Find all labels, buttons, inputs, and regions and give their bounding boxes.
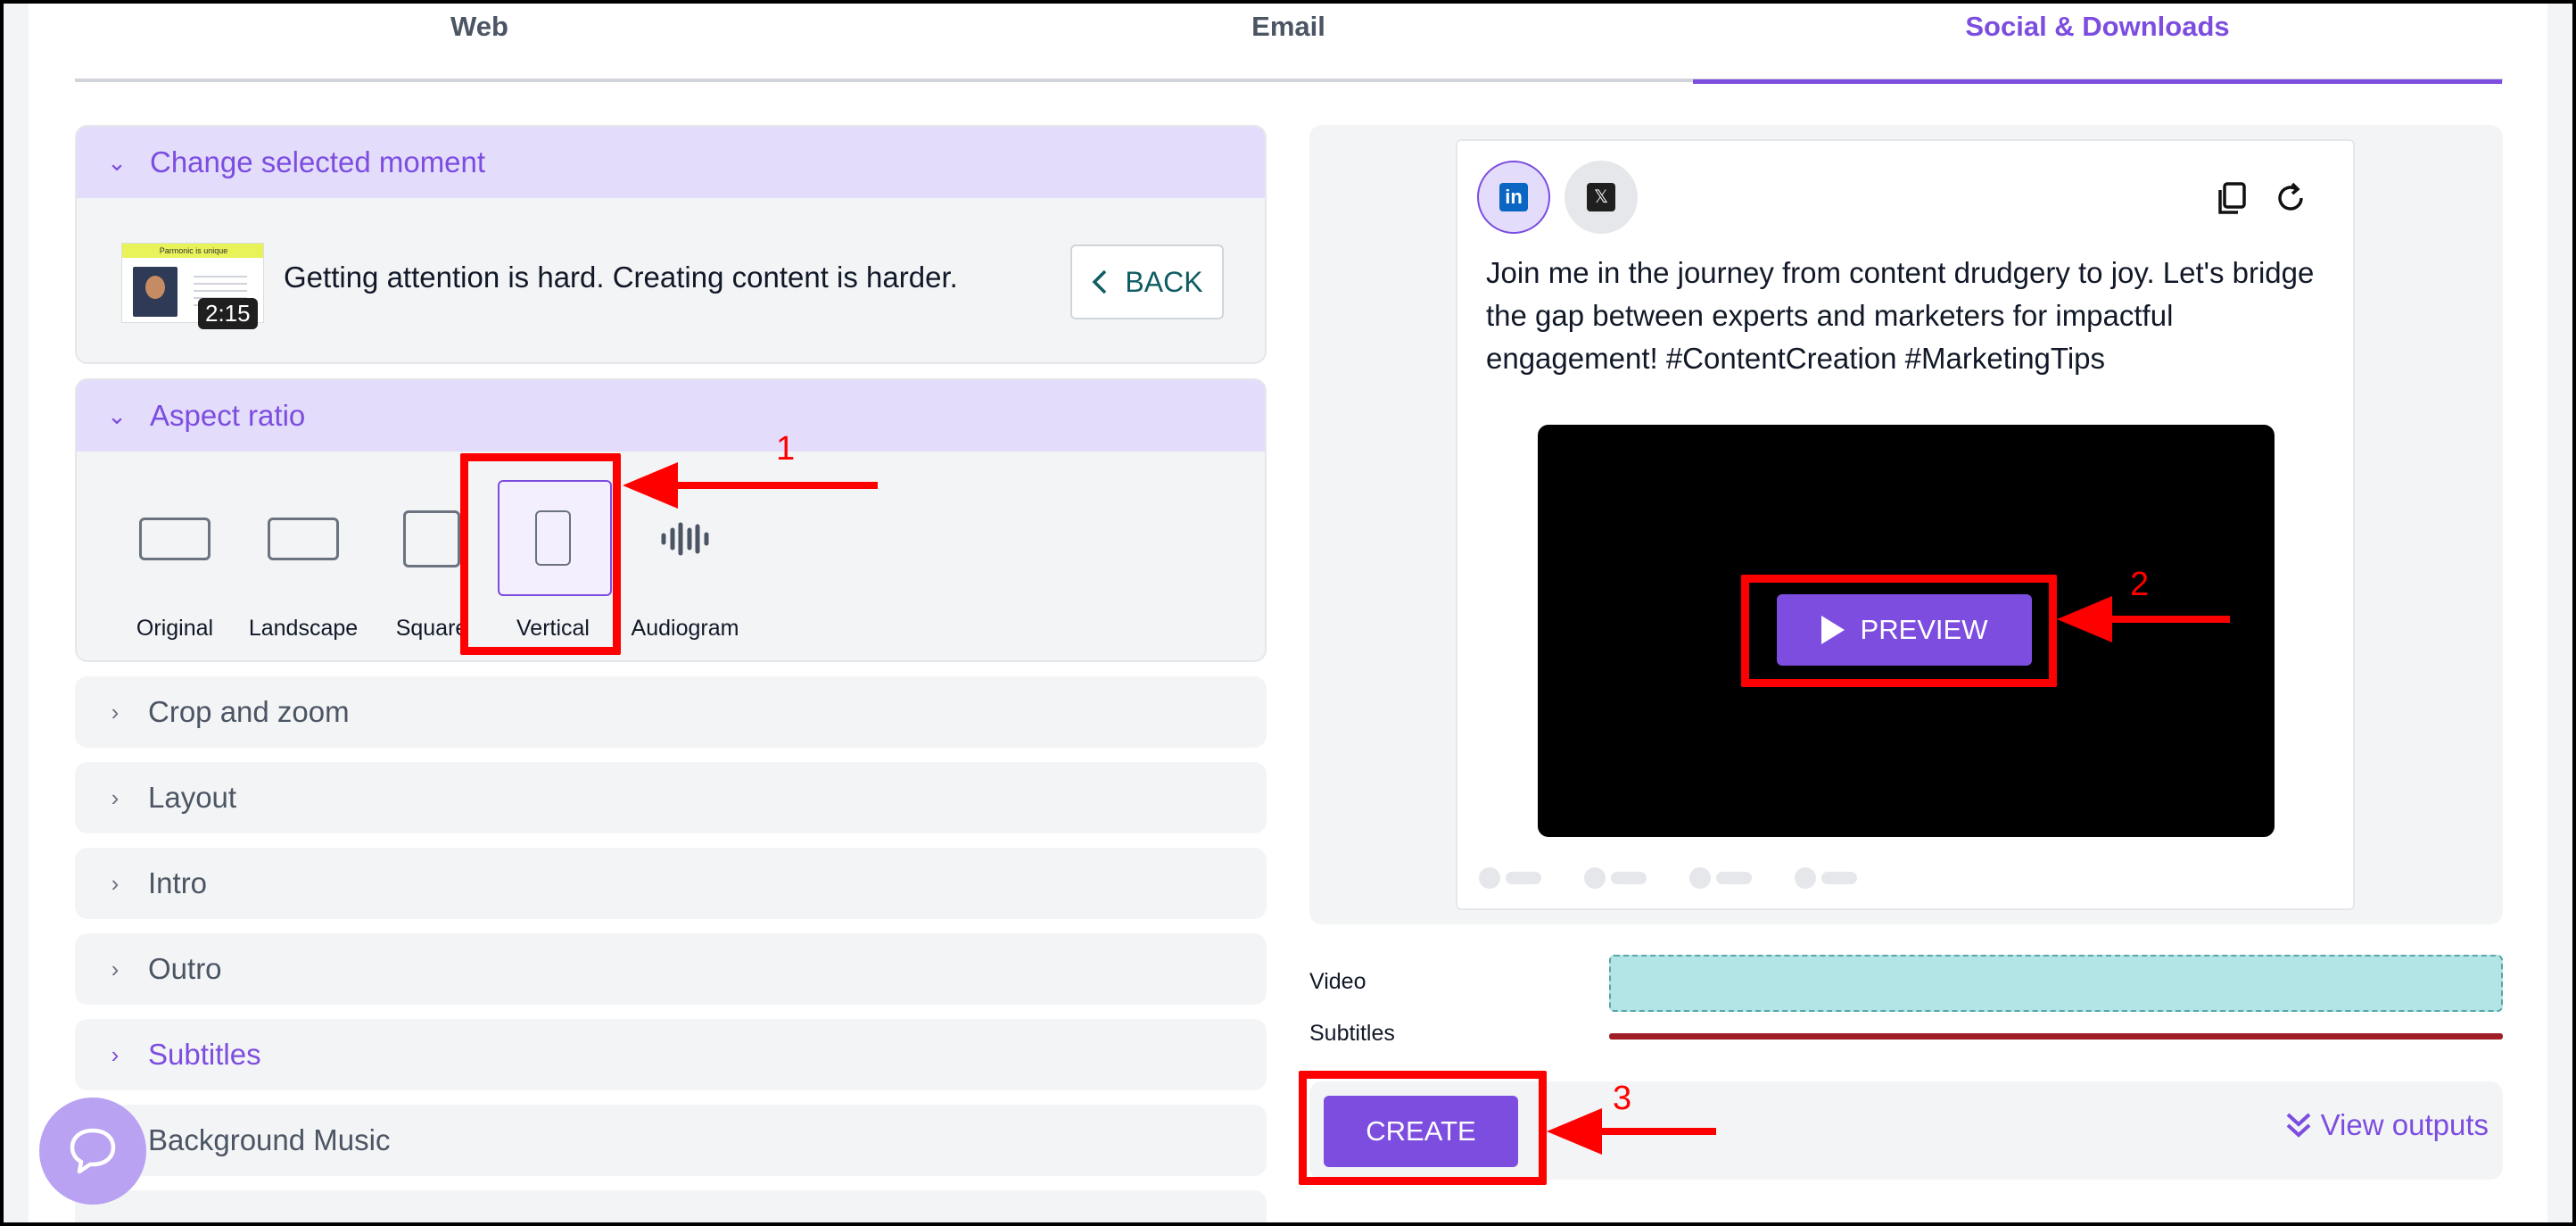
engagement-placeholder [1479, 867, 1857, 889]
chat-support-button[interactable] [39, 1098, 146, 1205]
linkedin-icon: in [1499, 183, 1528, 211]
social-post-card: in 𝕏 Join me in the journey from content… [1456, 139, 2355, 910]
linkedin-button[interactable]: in [1477, 161, 1550, 234]
x-icon: 𝕏 [1587, 183, 1615, 211]
aspect-option-label: Landscape [248, 616, 359, 641]
chevron-right-icon: › [111, 955, 120, 982]
outro-panel[interactable]: › Outro [75, 933, 1267, 1005]
subtitles-panel[interactable]: › Subtitles [75, 1019, 1267, 1090]
layout-panel[interactable]: › Layout [75, 762, 1267, 833]
annotation-number-1: 1 [776, 430, 796, 468]
aspect-option-label: Audiogram [631, 616, 739, 641]
panel-label: Intro [148, 866, 208, 899]
panel-label: Outro [148, 952, 222, 985]
intro-panel[interactable]: › Intro [75, 848, 1267, 919]
output-tabs: Web Email Social & Downloads [75, 0, 2503, 84]
create-button[interactable]: CREATE [1324, 1096, 1518, 1167]
panel-label: Layout [148, 781, 237, 814]
logo-overlay-panel[interactable]: › Logo Overlay [75, 1190, 1267, 1226]
back-label: BACK [1125, 265, 1203, 298]
panel-label: Crop and zoom [148, 695, 350, 728]
back-button[interactable]: BACK [1070, 244, 1224, 319]
aspect-ratio-panel: ⌄ Aspect ratio Original Landscape Square… [75, 378, 1267, 662]
moment-panel-title: Change selected moment [150, 145, 486, 178]
copy-icon[interactable] [2214, 182, 2250, 218]
panel-label: Subtitles [148, 1038, 261, 1071]
aspect-option-original[interactable]: Original [112, 468, 237, 641]
post-preview-area: in 𝕏 Join me in the journey from content… [1309, 125, 2503, 924]
panel-label: Background Music [148, 1123, 391, 1156]
duration-badge: 2:15 [198, 298, 258, 329]
annotation-arrow-1 [674, 482, 878, 489]
annotation-arrow-2 [2109, 616, 2230, 623]
aspect-ratio-header[interactable]: ⌄ Aspect ratio [77, 380, 1265, 451]
aspect-option-label: Square [395, 616, 468, 641]
chevron-right-icon: › [111, 869, 120, 897]
video-track-label: Video [1309, 969, 1366, 994]
video-track[interactable] [1609, 955, 2503, 1012]
annotation-arrow-3 [1598, 1128, 1716, 1135]
preview-button[interactable]: PREVIEW [1777, 594, 2032, 666]
moment-panel-header[interactable]: ⌄ Change selected moment [77, 127, 1265, 198]
chevron-right-icon: › [111, 783, 120, 811]
play-icon [1821, 616, 1845, 644]
original-ratio-icon [139, 518, 211, 560]
left-edge-strip [4, 4, 29, 1222]
chevron-right-icon: › [102, 1222, 128, 1226]
annotation-arrowhead-3 [1547, 1108, 1602, 1155]
post-text[interactable]: Join me in the journey from content drud… [1486, 252, 2333, 380]
speaker-image [133, 267, 178, 317]
thumbnail-caption: Parmonic is unique [122, 244, 263, 258]
x-button[interactable]: 𝕏 [1565, 161, 1638, 234]
chat-icon [70, 1128, 116, 1174]
background-music-panel[interactable]: ›Background Music [75, 1105, 1267, 1176]
tab-email[interactable]: Email [884, 0, 1693, 82]
crop-zoom-panel[interactable]: › Crop and zoom [75, 676, 1267, 748]
video-preview: PREVIEW [1538, 425, 2275, 837]
aspect-option-label: Original [136, 616, 214, 641]
aspect-option-label: Vertical [516, 616, 590, 641]
chevron-right-icon: › [111, 698, 120, 725]
annotation-number-2: 2 [2130, 566, 2150, 603]
double-chevron-down-icon [2286, 1113, 2310, 1138]
moment-title: Getting attention is hard. Creating cont… [284, 261, 958, 294]
subtitles-track-label: Subtitles [1309, 1021, 1395, 1046]
vertical-ratio-icon [535, 510, 571, 566]
chevron-down-icon: ⌄ [107, 402, 127, 429]
tab-web[interactable]: Web [75, 0, 884, 82]
create-bar: CREATE View outputs [1309, 1081, 2503, 1180]
panel-label: Logo Overlay [148, 1219, 323, 1226]
view-outputs-label: View outputs [2320, 1108, 2489, 1141]
view-outputs-link[interactable]: View outputs [2285, 1108, 2489, 1142]
annotation-number-3: 3 [1613, 1080, 1632, 1117]
moment-panel: ⌄ Change selected moment Parmonic is uni… [75, 125, 1267, 364]
aspect-option-landscape[interactable]: Landscape [241, 468, 366, 641]
waveform-icon [661, 522, 709, 556]
chevron-left-icon [1092, 269, 1107, 294]
aspect-ratio-title: Aspect ratio [150, 399, 306, 432]
square-ratio-icon [403, 510, 460, 567]
annotation-arrowhead-1 [623, 462, 678, 509]
refresh-icon[interactable] [2273, 182, 2308, 218]
chevron-down-icon: ⌄ [107, 148, 127, 176]
right-edge-strip [2547, 4, 2572, 1222]
chevron-right-icon: › [111, 1040, 120, 1068]
aspect-option-square[interactable]: Square [369, 468, 494, 641]
annotation-arrowhead-2 [2057, 596, 2112, 642]
aspect-option-vertical[interactable]: Vertical [491, 468, 615, 641]
moment-panel-body: Parmonic is unique 2:15 Getting attentio… [77, 198, 1265, 362]
subtitles-track[interactable] [1609, 1033, 2503, 1040]
preview-label: PREVIEW [1860, 614, 1988, 645]
tab-social-downloads[interactable]: Social & Downloads [1693, 0, 2502, 84]
landscape-ratio-icon [268, 518, 339, 560]
